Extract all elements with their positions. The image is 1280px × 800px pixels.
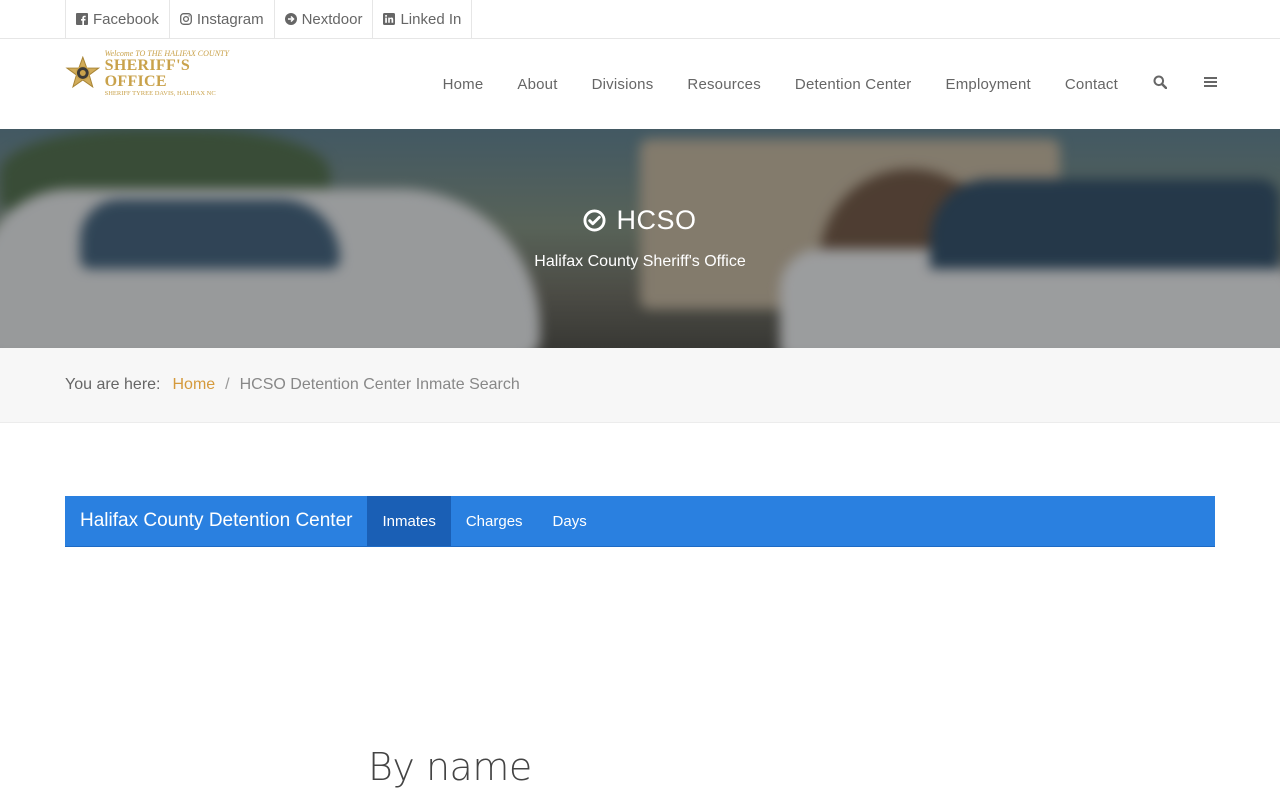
main-nav: Home About Divisions Resources Detention… (409, 39, 1218, 129)
breadcrumb: You are here: Home / HCSO Detention Cent… (0, 348, 1280, 423)
hero-title: HCSO (616, 205, 697, 235)
logo-subtitle: SHERIFF TYREE DAVIS, HALIFAX NC (104, 90, 216, 98)
section-heading-by-name: By name (368, 745, 532, 789)
instagram-icon (179, 13, 192, 25)
nav-detention-center[interactable]: Detention Center (795, 76, 912, 93)
tab-inmates[interactable]: Inmates (367, 496, 451, 546)
breadcrumb-current: HCSO Detention Center Inmate Search (239, 376, 520, 393)
instagram-link[interactable]: Instagram (168, 0, 274, 38)
detention-center-navbar: Halifax County Detention Center Inmates … (65, 496, 1215, 547)
detention-center-brand[interactable]: Halifax County Detention Center (65, 496, 367, 546)
linkedin-link[interactable]: Linked In (372, 0, 473, 38)
instagram-label: Instagram (196, 10, 264, 28)
facebook-link[interactable]: Facebook (65, 0, 169, 38)
logo-text: Welcome TO THE HALIFAX COUNTY SHERIFF'S … (105, 50, 255, 98)
hero-title-row: HCSO (0, 205, 1280, 236)
check-circle-icon (583, 209, 607, 232)
hamburger-menu-icon[interactable] (1202, 74, 1218, 90)
hero-banner: HCSO Halifax County Sheriff's Office (0, 129, 1280, 348)
facebook-icon (76, 13, 88, 25)
linkedin-label: Linked In (400, 10, 462, 28)
sheriff-star-icon (65, 56, 101, 89)
nav-employment[interactable]: Employment (946, 76, 1031, 93)
nav-home[interactable]: Home (443, 76, 484, 93)
logo-title: SHERIFF'S OFFICE (104, 57, 191, 91)
nav-contact[interactable]: Contact (1065, 76, 1118, 93)
hero-subtitle: Halifax County Sheriff's Office (534, 253, 746, 270)
search-icon[interactable] (1152, 74, 1168, 90)
hero-overlay (0, 129, 1280, 348)
nav-divisions[interactable]: Divisions (592, 76, 654, 93)
social-links: Facebook Instagram Nextdoor Linked In (65, 0, 473, 38)
site-logo[interactable]: Welcome TO THE HALIFAX COUNTY SHERIFF'S … (65, 50, 255, 98)
nextdoor-label: Nextdoor (301, 10, 363, 28)
social-bar: Facebook Instagram Nextdoor Linked In (0, 0, 1280, 39)
breadcrumb-home-link[interactable]: Home (172, 376, 215, 394)
site-header: Welcome TO THE HALIFAX COUNTY SHERIFF'S … (0, 39, 1280, 129)
breadcrumb-prefix: You are here: (65, 376, 161, 393)
tab-charges[interactable]: Charges (451, 496, 538, 546)
tab-days[interactable]: Days (538, 496, 602, 546)
linkedin-icon (383, 13, 396, 25)
nextdoor-icon (284, 13, 297, 25)
breadcrumb-separator: / (225, 376, 230, 393)
facebook-label: Facebook (93, 10, 159, 28)
nextdoor-link[interactable]: Nextdoor (273, 0, 373, 38)
nav-resources[interactable]: Resources (687, 76, 761, 93)
nav-about[interactable]: About (517, 76, 557, 93)
